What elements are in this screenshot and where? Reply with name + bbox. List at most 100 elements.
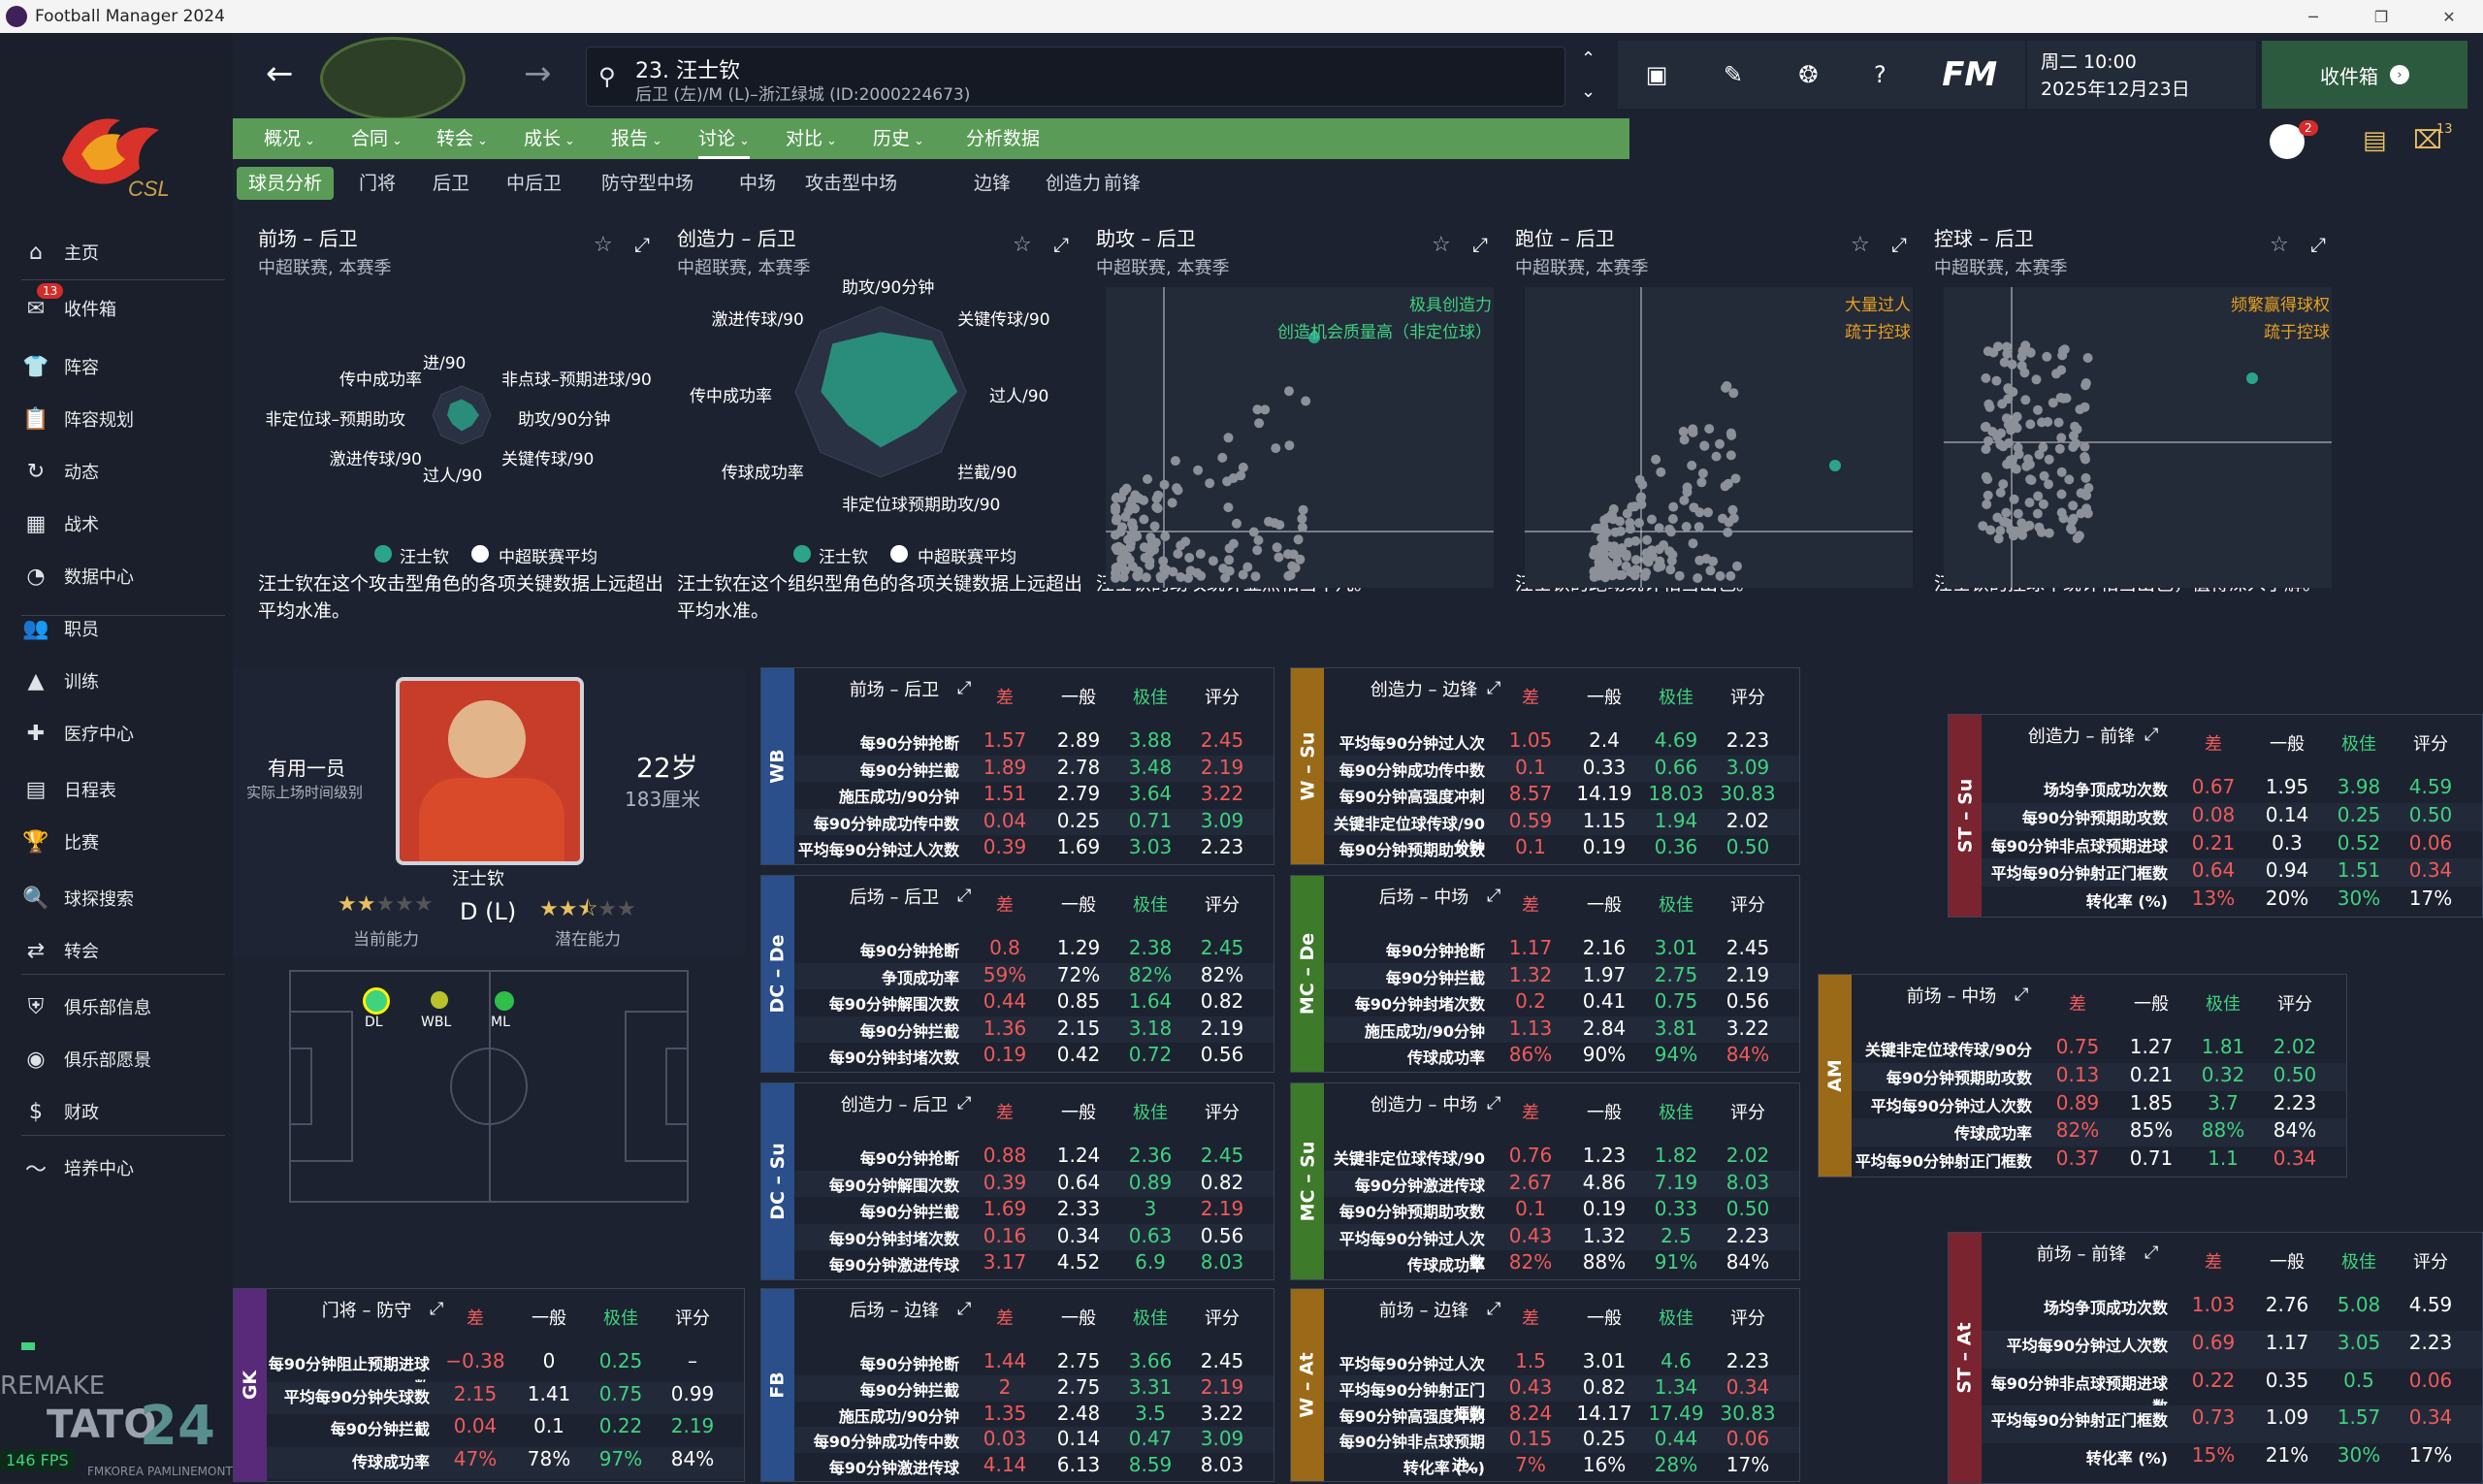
sidebar-item-0[interactable]: ⌂ 主页 xyxy=(21,231,225,274)
submenu-tab-3[interactable]: 中后卫 xyxy=(495,167,573,200)
menu-item-6[interactable]: 对比 ⌄ xyxy=(786,118,837,159)
expand-icon[interactable]: ⤢ xyxy=(957,886,971,906)
stat-row[interactable]: 每90分钟非点球预期进... 0.15 0.25 0.44 0.06 xyxy=(1324,1427,1799,1474)
date-box[interactable]: 周二 10:00 2025年12月23日 xyxy=(2027,41,2256,109)
sidebar-item-13[interactable]: ⇄ 转会 xyxy=(21,929,225,972)
menu-item-4[interactable]: 报告 ⌄ xyxy=(611,118,662,159)
star-icon[interactable]: ☆ xyxy=(594,233,613,257)
menu-item-3[interactable]: 成长 ⌄ xyxy=(524,118,575,159)
stat-row[interactable]: 每90分钟解围次数 0.44 0.85 1.64 0.82 xyxy=(794,989,1274,1016)
expand-icon[interactable]: ⤢ xyxy=(957,1093,971,1113)
minimize-button[interactable]: ─ xyxy=(2279,0,2347,33)
submenu-tab-9[interactable]: 前锋 xyxy=(1092,167,1152,200)
submenu-tab-5[interactable]: 中场 xyxy=(727,167,788,200)
stat-row[interactable]: 施压成功/90分钟 1.35 2.48 3.5 3.22 xyxy=(794,1402,1274,1428)
stat-row[interactable]: 每90分钟预期助攻数 0.1 0.19 0.36 0.50 xyxy=(1324,835,1799,862)
stat-row[interactable]: 每90分钟抢断 1.44 2.75 3.66 2.45 xyxy=(794,1349,1274,1375)
star-icon[interactable]: ☆ xyxy=(1432,233,1451,257)
stat-row[interactable]: 每90分钟封堵次数 0.19 0.42 0.72 0.56 xyxy=(794,1043,1274,1070)
sidebar-item-16[interactable]: $ 财政 xyxy=(21,1090,225,1133)
stat-row[interactable]: 传球成功率 82% 85% 88% 84% xyxy=(1852,1118,2346,1147)
edit-icon[interactable]: ✎ xyxy=(1724,61,1743,88)
stat-row[interactable]: 平均每90分钟过人次数 0.39 1.69 3.03 2.23 xyxy=(794,835,1274,862)
stat-row[interactable]: 平均每90分钟失球数 2.15 1.41 0.75 0.99 xyxy=(267,1381,744,1414)
sidebar-item-2[interactable]: 👕 阵容 xyxy=(21,345,225,388)
stat-row[interactable]: 每90分钟成功传中数 0.03 0.14 0.47 3.09 xyxy=(794,1427,1274,1454)
menu-item-2[interactable]: 转会 ⌄ xyxy=(436,118,488,159)
brain-icon[interactable]: ❂ xyxy=(1798,61,1818,88)
expand-icon[interactable]: ⤢ xyxy=(2310,233,2326,256)
sidebar-item-4[interactable]: ↻ 动态 xyxy=(21,450,225,493)
player-search-bar[interactable]: ⚲ 23. 汪士钦 后卫 (左)/M (L)–浙江绿城 (ID:20002246… xyxy=(586,47,1565,107)
stat-row[interactable]: 每90分钟非点球预期进球数0.210.30.520.06 xyxy=(1982,831,2482,879)
stat-row[interactable]: 每90分钟激进传球 2.67 4.86 7.19 8.03 xyxy=(1324,1170,1799,1198)
stat-row[interactable]: 平均每90分钟射正门框数 0.37 0.71 1.1 0.34 xyxy=(1852,1146,2346,1175)
sidebar-item-7[interactable]: 👥 职员 xyxy=(21,607,225,650)
menu-item-8[interactable]: 分析数据 xyxy=(966,118,1040,159)
stat-row[interactable]: 争顶成功率 59% 72% 82% 82% xyxy=(794,962,1274,990)
expand-icon[interactable]: ⤢ xyxy=(1472,233,1488,256)
stat-row[interactable]: 场均争顶成功次数 1.03 2.76 5.08 4.59 xyxy=(1982,1293,2482,1331)
stat-row[interactable]: 每90分钟预期助攻数 0.13 0.21 0.32 0.50 xyxy=(1852,1062,2346,1091)
stat-row[interactable]: 平均每90分钟过人次数 0.89 1.85 3.7 2.23 xyxy=(1852,1091,2346,1119)
stat-row[interactable]: 关键非定位球传球/90分钟 0.59 1.15 1.94 2.02 xyxy=(1324,808,1799,856)
stat-row[interactable]: 关键非定位球传球/90分钟0.751.271.812.02 xyxy=(1852,1035,2346,1082)
stat-row[interactable]: 每90分钟高强度冲刺 8.24 14.17 17.49 30.83 xyxy=(1324,1402,1799,1428)
stat-row[interactable]: 传球成功率 82% 88% 91% 84% xyxy=(1324,1250,1799,1277)
inbox-continue-button[interactable]: 收件箱 › xyxy=(2262,41,2467,109)
submenu-tab-6[interactable]: 攻击型中场 xyxy=(793,167,909,200)
fm-logo[interactable]: FM xyxy=(1942,55,1997,94)
star-icon[interactable]: ☆ xyxy=(2270,233,2289,257)
stat-row[interactable]: 每90分钟预期助攻数 0.08 0.14 0.25 0.50 xyxy=(1982,802,2482,831)
star-icon[interactable]: ☆ xyxy=(1851,233,1870,257)
stat-row[interactable]: 每90分钟拦截 1.69 2.33 3 2.19 xyxy=(794,1197,1274,1224)
chevron-up-icon[interactable]: ⌃ xyxy=(1581,48,1596,69)
schedule-icon[interactable]: ▤ xyxy=(2363,126,2387,155)
submenu-tab-7[interactable]: 边锋 xyxy=(962,167,1022,200)
sidebar-item-12[interactable]: 🔍 球探搜索 xyxy=(21,877,225,919)
stat-row[interactable]: 关键非定位球传球/90分钟0.761.231.822.02 xyxy=(1324,1144,1799,1191)
menu-item-5[interactable]: 讨论 ⌄ xyxy=(698,118,750,159)
stat-row[interactable]: 场均争顶成功次数 0.67 1.95 3.98 4.59 xyxy=(1982,775,2482,803)
maximize-button[interactable]: ❐ xyxy=(2347,0,2415,33)
stat-row[interactable]: 转化率 (%) 13% 20% 30% 17% xyxy=(1982,887,2482,915)
chevron-down-icon[interactable]: ⌄ xyxy=(1581,81,1596,102)
stat-row[interactable]: 每90分钟拦截 2 2.75 3.31 2.19 xyxy=(794,1374,1274,1402)
sidebar-item-6[interactable]: ◔ 数据中心 xyxy=(21,555,225,597)
sidebar-item-14[interactable]: ⛨ 俱乐部信息 xyxy=(21,985,225,1028)
menu-item-1[interactable]: 合同 ⌄ xyxy=(351,118,403,159)
expand-icon[interactable]: ⤢ xyxy=(957,1299,971,1319)
expand-icon[interactable]: ⤢ xyxy=(1891,233,1907,256)
stat-row[interactable]: 施压成功/90分钟 1.13 2.84 3.81 3.22 xyxy=(1324,1016,1799,1044)
stat-row[interactable]: 每90分钟阻止预期进球数−0.3800.25– xyxy=(267,1349,744,1397)
sidebar-item-8[interactable]: ▲ 训练 xyxy=(21,660,225,702)
id-card-icon[interactable]: ▣ xyxy=(1646,61,1668,88)
stat-row[interactable]: 每90分钟激进传球 4.14 6.13 8.59 8.03 xyxy=(794,1453,1274,1479)
submenu-tab-4[interactable]: 防守型中场 xyxy=(590,167,705,200)
stat-row[interactable]: 每90分钟拦截 0.04 0.1 0.22 2.19 xyxy=(267,1414,744,1447)
expand-icon[interactable]: ⤢ xyxy=(2015,984,2028,1005)
sidebar-item-1[interactable]: ✉ 收件箱 13 xyxy=(21,283,225,330)
menu-item-0[interactable]: 概况 ⌄ xyxy=(264,118,315,159)
close-button[interactable]: ✕ xyxy=(2415,0,2483,33)
stat-row[interactable]: 传球成功率 47% 78% 97% 84% xyxy=(267,1446,744,1479)
submenu-tab-0[interactable]: 球员分析 xyxy=(237,167,335,200)
sidebar-item-17[interactable]: 〜培养中心 xyxy=(21,1146,225,1189)
expand-icon[interactable]: ⤢ xyxy=(957,678,971,698)
star-icon[interactable]: ☆ xyxy=(1013,233,1032,257)
sidebar-item-11[interactable]: 🏆 比赛 xyxy=(21,821,225,863)
back-arrow-icon[interactable]: ← xyxy=(266,54,294,93)
sidebar-item-15[interactable]: ◉ 俱乐部愿景 xyxy=(21,1038,225,1081)
sidebar-item-3[interactable]: 📋 阵容规划 xyxy=(21,398,225,440)
stat-row[interactable]: 每90分钟拦截 1.89 2.78 3.48 2.19 xyxy=(794,755,1274,783)
stat-row[interactable]: 平均每90分钟射正门框数 0.73 1.09 1.57 0.34 xyxy=(1982,1405,2482,1444)
stat-row[interactable]: 每90分钟抢断 0.88 1.24 2.36 2.45 xyxy=(794,1144,1274,1171)
stat-row[interactable]: 每90分钟预期助攻数 0.1 0.19 0.33 0.50 xyxy=(1324,1197,1799,1224)
stat-row[interactable]: 每90分钟拦截 1.32 1.97 2.75 2.19 xyxy=(1324,962,1799,990)
expand-icon[interactable]: ⤢ xyxy=(1053,233,1069,256)
stat-row[interactable]: 平均每90分钟过人次数 0.43 1.32 2.5 2.23 xyxy=(1324,1223,1799,1272)
submenu-tab-1[interactable]: 门将 xyxy=(347,167,407,200)
stat-row[interactable]: 传球成功率 86% 90% 94% 84% xyxy=(1324,1043,1799,1070)
sidebar-item-5[interactable]: ▦ 战术 xyxy=(21,502,225,545)
stat-row[interactable]: 平均每90分钟射正门框数 0.43 0.82 1.34 0.34 xyxy=(1324,1374,1799,1423)
